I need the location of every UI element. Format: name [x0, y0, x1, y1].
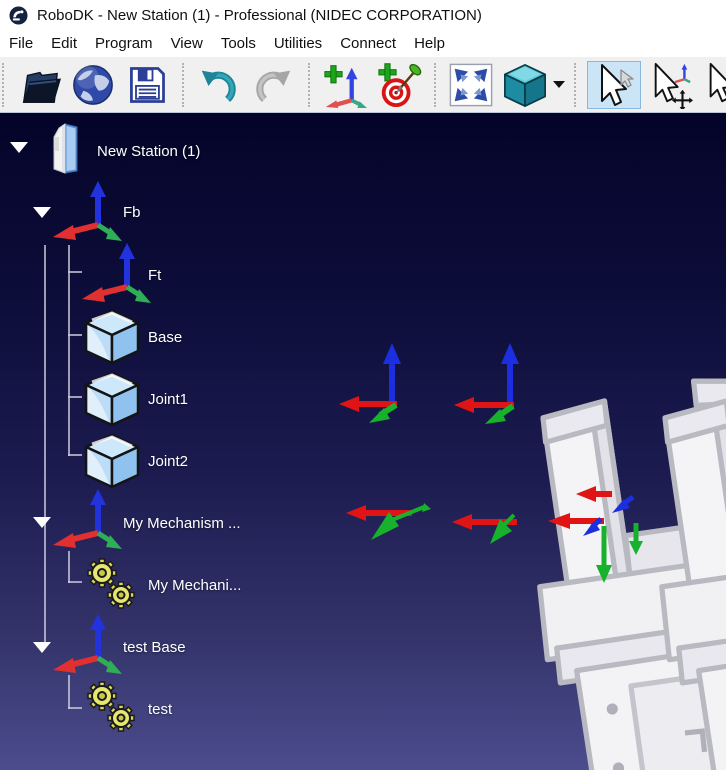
add-target-button[interactable] [375, 61, 423, 109]
redo-icon [250, 62, 296, 108]
menu-view[interactable]: View [162, 33, 212, 54]
redo-button[interactable] [249, 61, 297, 109]
menu-help[interactable]: Help [405, 33, 454, 54]
menu-file[interactable]: File [0, 33, 42, 54]
cube-view-icon [502, 61, 548, 109]
cursor-select-icon [590, 61, 638, 109]
toolbar-drag-handle[interactable] [434, 63, 440, 107]
title-bar: RoboDK - New Station (1) - Professional … [0, 0, 726, 30]
add-frame-icon [322, 61, 368, 109]
fit-all-icon [448, 61, 494, 109]
save-icon [125, 63, 169, 107]
cursor-move-frame-icon [648, 61, 694, 109]
toolbar-drag-handle[interactable] [574, 63, 580, 107]
save-button[interactable] [123, 61, 171, 109]
toolbar-drag-handle[interactable] [308, 63, 314, 107]
toolbar [0, 57, 726, 113]
frame-axes [452, 343, 519, 544]
undo-icon [196, 62, 242, 108]
scene-canvas[interactable] [0, 113, 726, 770]
robodk-logo-icon [9, 6, 28, 25]
globe-icon [70, 62, 116, 108]
cursor-move-robot-icon [702, 61, 726, 109]
view-cube-dropdown[interactable] [552, 61, 566, 109]
frame-axes [339, 343, 431, 540]
add-target-icon [376, 61, 422, 109]
menu-program[interactable]: Program [86, 33, 162, 54]
menu-edit[interactable]: Edit [42, 33, 86, 54]
folder-open-icon [16, 64, 62, 106]
view-cube-button[interactable] [501, 61, 549, 109]
move-robot-tool-button[interactable] [701, 61, 726, 109]
select-tool-button[interactable] [587, 61, 641, 109]
fit-all-button[interactable] [447, 61, 495, 109]
menu-bar: File Edit Program View Tools Utilities C… [0, 30, 726, 57]
menu-connect[interactable]: Connect [331, 33, 405, 54]
toolbar-drag-handle[interactable] [2, 63, 8, 107]
menu-utilities[interactable]: Utilities [265, 33, 331, 54]
viewport-3d[interactable]: New Station (1) Fb Ft Base Joint1 Joint2… [0, 113, 726, 770]
toolbar-drag-handle[interactable] [182, 63, 188, 107]
chevron-down-icon [553, 81, 565, 88]
move-reference-tool-button[interactable] [647, 61, 695, 109]
add-reference-frame-button[interactable] [321, 61, 369, 109]
undo-button[interactable] [195, 61, 243, 109]
online-library-button[interactable] [69, 61, 117, 109]
window-title: RoboDK - New Station (1) - Professional … [37, 7, 482, 24]
open-button[interactable] [15, 61, 63, 109]
menu-tools[interactable]: Tools [212, 33, 265, 54]
